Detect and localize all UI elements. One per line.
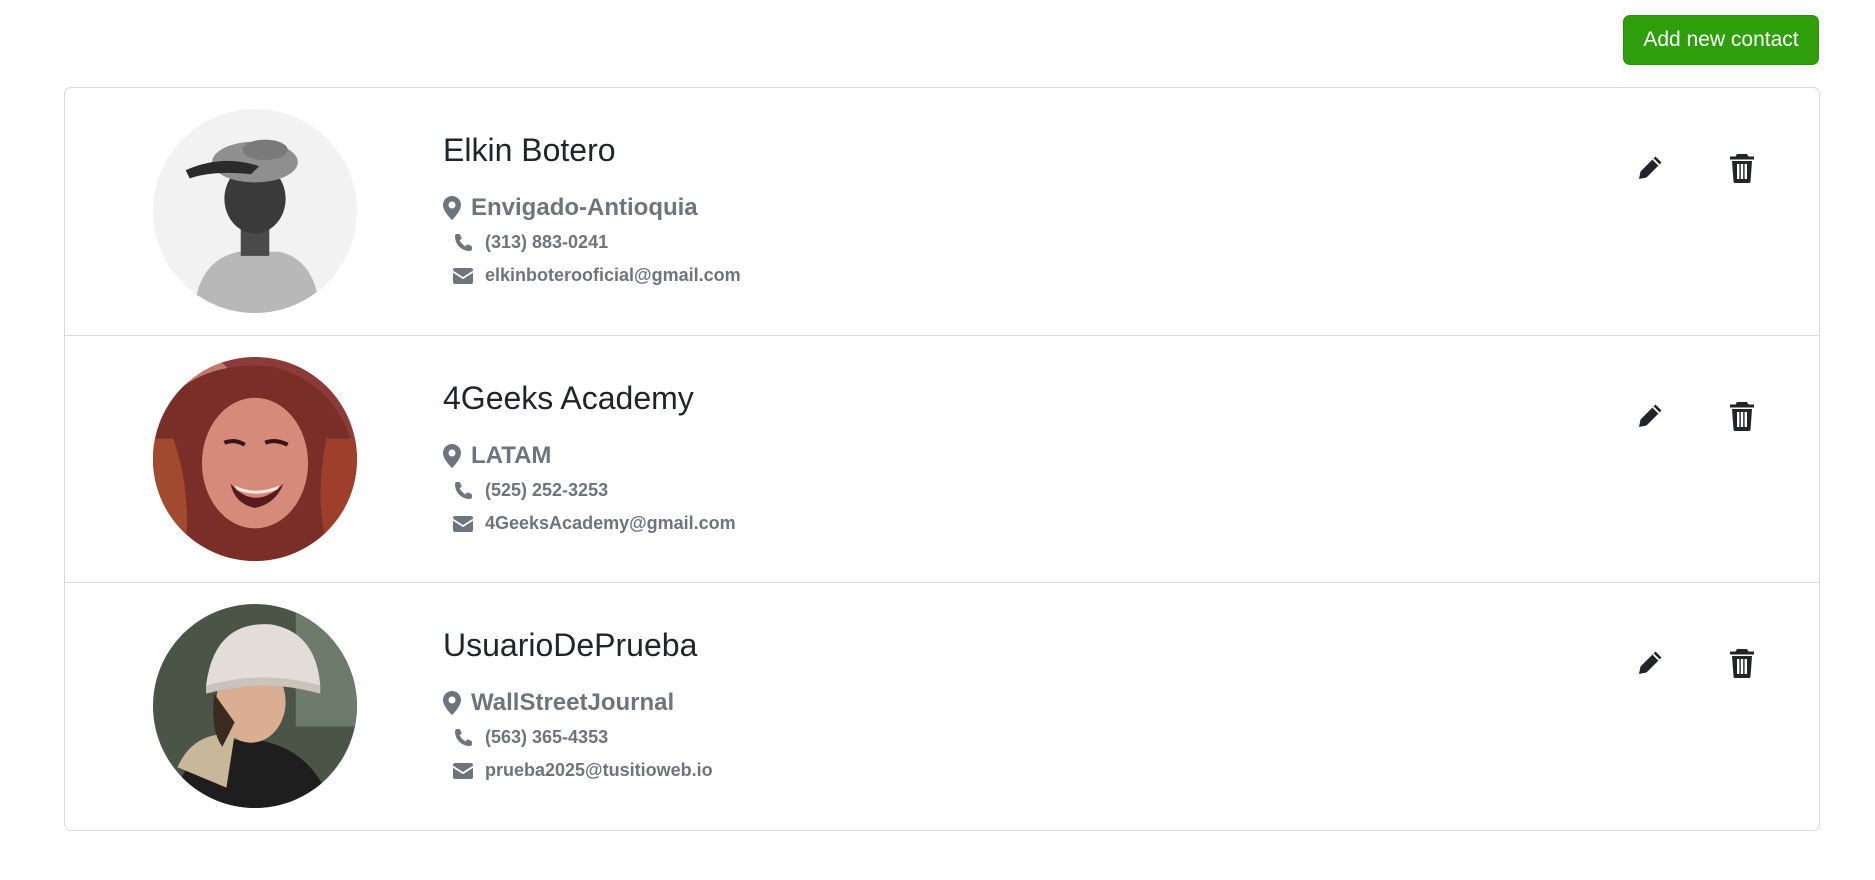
phone-text: (525) 252-3253 bbox=[485, 480, 609, 500]
contact-address: Envigado-Antioquia bbox=[443, 194, 698, 222]
contact-address: WallStreetJournal bbox=[443, 689, 674, 717]
add-new-contact-button[interactable]: Add new contact bbox=[1623, 15, 1819, 65]
address-text: Envigado-Antioquia bbox=[471, 194, 698, 221]
avatar bbox=[153, 357, 357, 561]
phone-icon bbox=[453, 233, 473, 253]
delete-contact-button[interactable] bbox=[1720, 641, 1764, 685]
contact-phone: (525) 252-3253 bbox=[453, 480, 608, 501]
location-pin-icon bbox=[443, 691, 461, 715]
location-pin-icon bbox=[443, 196, 461, 220]
email-text: 4GeeksAcademy@gmail.com bbox=[485, 513, 736, 533]
address-text: LATAM bbox=[471, 442, 552, 469]
contact-card: Elkin Botero Envigado-Antioquia (313) 88… bbox=[65, 88, 1819, 336]
phone-icon bbox=[453, 481, 473, 501]
contact-address: LATAM bbox=[443, 442, 551, 470]
contact-name: UsuarioDePrueba bbox=[443, 627, 698, 663]
trash-icon bbox=[1729, 648, 1755, 678]
contact-email: prueba2025@tusitioweb.io bbox=[453, 760, 713, 781]
contact-email: 4GeeksAcademy@gmail.com bbox=[453, 513, 736, 534]
phone-text: (313) 883-0241 bbox=[485, 232, 609, 252]
edit-contact-button[interactable] bbox=[1628, 146, 1672, 190]
address-text: WallStreetJournal bbox=[471, 689, 675, 716]
contact-email: elkinboterooficial@gmail.com bbox=[453, 265, 741, 286]
pencil-icon bbox=[1636, 154, 1664, 182]
envelope-icon bbox=[453, 267, 473, 284]
delete-contact-button[interactable] bbox=[1720, 394, 1764, 438]
location-pin-icon bbox=[443, 444, 461, 468]
email-text: prueba2025@tusitioweb.io bbox=[485, 760, 713, 780]
contact-name: 4Geeks Academy bbox=[443, 380, 694, 416]
pencil-icon bbox=[1636, 402, 1664, 430]
contact-phone: (313) 883-0241 bbox=[453, 232, 608, 253]
edit-contact-button[interactable] bbox=[1628, 641, 1672, 685]
contact-card: 4Geeks Academy LATAM (525) 252-3253 4Gee… bbox=[65, 335, 1819, 583]
avatar bbox=[153, 604, 357, 808]
edit-contact-button[interactable] bbox=[1628, 394, 1672, 438]
contact-card: UsuarioDePrueba WallStreetJournal (563) … bbox=[65, 582, 1819, 830]
trash-icon bbox=[1729, 401, 1755, 431]
envelope-icon bbox=[453, 515, 473, 532]
pencil-icon bbox=[1636, 649, 1664, 677]
delete-contact-button[interactable] bbox=[1720, 146, 1764, 190]
phone-text: (563) 365-4353 bbox=[485, 727, 609, 747]
contact-list: Elkin Botero Envigado-Antioquia (313) 88… bbox=[64, 87, 1820, 831]
contact-name: Elkin Botero bbox=[443, 132, 616, 168]
trash-icon bbox=[1729, 153, 1755, 183]
envelope-icon bbox=[453, 762, 473, 779]
phone-icon bbox=[453, 728, 473, 748]
contact-phone: (563) 365-4353 bbox=[453, 727, 608, 748]
avatar bbox=[153, 109, 357, 313]
email-text: elkinboterooficial@gmail.com bbox=[485, 265, 741, 285]
